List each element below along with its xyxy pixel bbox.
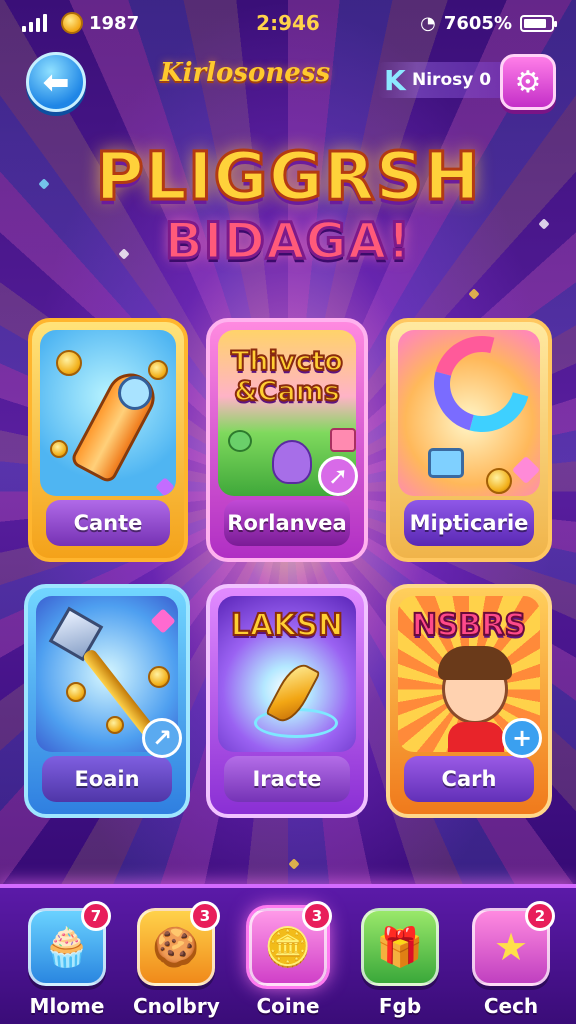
game-card-6[interactable]: NSBRS Carh + <box>386 584 552 818</box>
card-2-arrow-button[interactable]: ➚ <box>318 456 358 496</box>
game-card-5[interactable]: LAKSN Iracte <box>206 584 368 818</box>
plus-icon: + <box>511 724 533 752</box>
card-6-title: NSBRS <box>411 608 527 643</box>
card-5-label: Iracte <box>224 756 350 802</box>
signal-icon <box>22 14 47 32</box>
nav-item-coins[interactable]: 🪙 3 Coine <box>245 901 332 1018</box>
nav-item-5[interactable]: ★ 2 Cech <box>468 901 555 1018</box>
coin-stack-icon: 🪙 <box>264 924 312 969</box>
gear-icon: ⚙ <box>514 64 542 100</box>
nav-item-2[interactable]: 🍪 3 Cnolbry <box>133 901 220 1018</box>
nav-icon-frame-home: 🧁 7 <box>28 901 111 986</box>
game-card-3[interactable]: Mipticarie <box>386 318 552 562</box>
card-6-label: Carh <box>404 756 534 802</box>
k-mark-icon: K <box>384 64 406 97</box>
game-card-2[interactable]: Thivcto &Cams Rorlanvea ➚ <box>206 318 368 562</box>
nav-icon-frame-2: 🍪 3 <box>137 901 220 986</box>
arrow-icon: ↗ <box>151 724 173 752</box>
header-title: Kirlosoness <box>160 58 331 88</box>
battery-icon <box>520 14 557 32</box>
card-3-label: Mipticarie <box>404 500 534 546</box>
card-6-add-button[interactable]: + <box>502 718 542 758</box>
coin-icon <box>61 12 83 34</box>
settings-button[interactable]: ⚙ <box>500 54 556 110</box>
nav-label-home: Mlome <box>29 994 105 1018</box>
gift-box-icon: 🎁 <box>376 924 424 969</box>
header-subtitle-text: Nirosy 0 <box>412 70 492 90</box>
nav-badge-5: 2 <box>525 901 555 931</box>
nav-icon-frame-5: ★ 2 <box>472 901 555 986</box>
cookie-icon: 🍪 <box>152 924 200 969</box>
nav-label-5: Cech <box>483 994 539 1018</box>
game-logo-line2: BIDAGA! <box>163 211 412 272</box>
nav-item-4[interactable]: 🎁 Fgb <box>357 908 443 1018</box>
bottom-navigation: 🧁 7 Mlome 🍪 3 Cnolbry 🪙 3 Coine 🎁 Fgb ★ … <box>0 884 576 1024</box>
card-1-label: Cante <box>46 500 170 546</box>
card-2-label: Rorlanvea <box>224 500 350 546</box>
game-card-1[interactable]: Cante <box>28 318 188 562</box>
rainbow-swirl-art <box>398 330 540 496</box>
back-arrow-icon: ⬅ <box>42 63 70 101</box>
status-bar: 1987 2:946 ◔ 7605% <box>0 0 576 46</box>
star-icon: ★ <box>493 925 529 969</box>
card-5-title: LAKSN <box>230 608 344 643</box>
nav-label-2: Cnolbry <box>133 994 220 1018</box>
rocket-character-art <box>40 330 176 496</box>
golden-crystal-art: LAKSN <box>218 596 356 752</box>
game-logo-line1: PLIGGRSH <box>94 137 481 217</box>
nav-icon-frame-4: 🎁 <box>361 908 439 986</box>
game-card-4[interactable]: Eoain ↗ <box>24 584 190 818</box>
back-button[interactable]: ⬅ <box>26 52 86 112</box>
card-2-title-line2: &Cams <box>233 376 341 407</box>
nav-badge-2: 3 <box>190 901 220 931</box>
network-status: 7605% <box>443 12 512 34</box>
nav-label-coins: Coine <box>256 994 320 1018</box>
coin-count: 1987 <box>89 12 140 34</box>
nav-badge-coins: 3 <box>302 901 332 931</box>
cupcake-icon: 🧁 <box>43 924 91 969</box>
card-4-label: Eoain <box>42 756 172 802</box>
nav-item-home[interactable]: 🧁 7 Mlome <box>24 901 111 1018</box>
header-subtitle: K Nirosy 0 <box>378 62 508 98</box>
nav-badge-home: 7 <box>81 901 111 931</box>
arrow-icon: ➚ <box>327 462 349 490</box>
card-2-title-line1: Thivcto <box>230 346 344 377</box>
wifi-icon: ◔ <box>420 12 436 34</box>
nav-label-4: Fgb <box>378 994 422 1018</box>
card-4-arrow-button[interactable]: ↗ <box>142 718 182 758</box>
nav-icon-frame-coins: 🪙 3 <box>249 901 332 986</box>
